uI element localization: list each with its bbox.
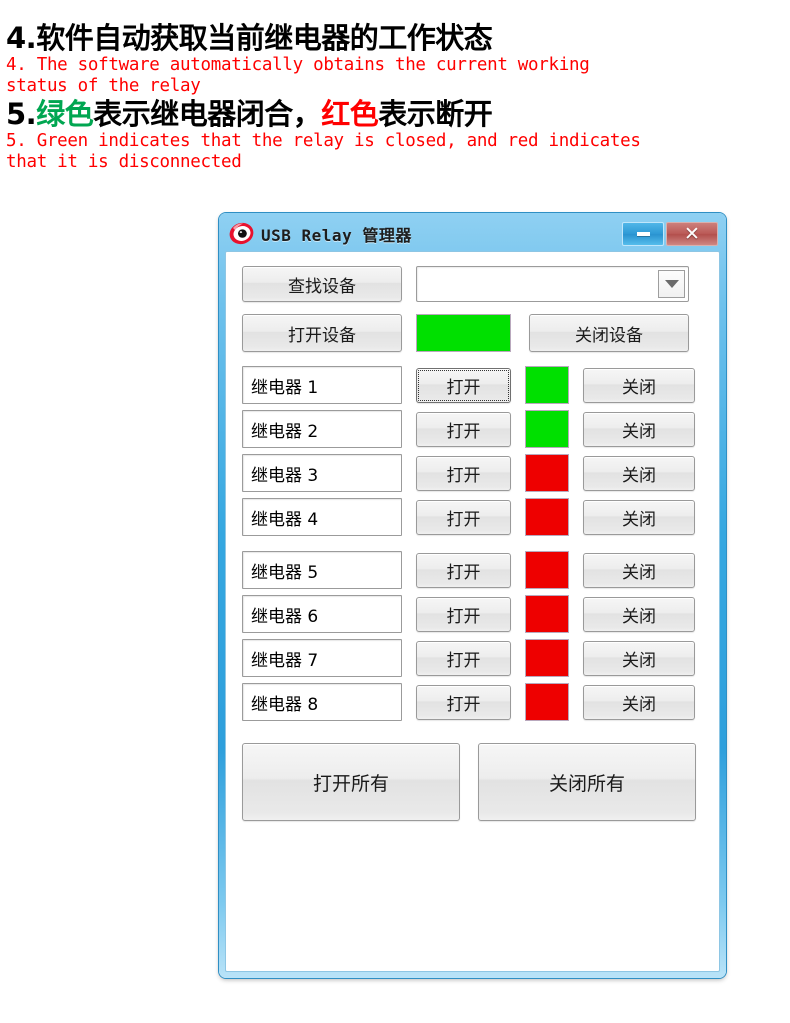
find-device-row: 查找设备 [242, 266, 703, 302]
relay-name-input[interactable]: 继电器 5 [242, 551, 402, 589]
eye-icon [229, 221, 254, 246]
instruction-item-5: 5.绿色表示继电器闭合，红色表示断开 5. Green indicates th… [0, 98, 641, 173]
instruction-5-number: 5. [6, 97, 37, 131]
relay-row: 继电器 7 打开 关闭 [242, 639, 703, 677]
relay-name-input[interactable]: 继电器 7 [242, 639, 402, 677]
instruction-item-4: 4.软件自动获取当前继电器的工作状态 4. The software autom… [0, 22, 590, 97]
title-bar[interactable]: USB Relay 管理器 ✕ [223, 217, 722, 251]
relay-close-button[interactable]: 关闭 [583, 499, 695, 535]
relay-open-button[interactable]: 打开 [416, 367, 511, 403]
close-device-button[interactable]: 关闭设备 [529, 314, 689, 352]
relay-name-input[interactable]: 继电器 1 [242, 366, 402, 404]
relay-close-button[interactable]: 关闭 [583, 367, 695, 403]
relay-status-indicator [525, 595, 569, 633]
relay-status-indicator [525, 498, 569, 536]
window-title: USB Relay 管理器 [261, 226, 412, 245]
instruction-5-english: 5. Green indicates that the relay is clo… [6, 131, 641, 172]
relay-row: 继电器 8 打开 关闭 [242, 683, 703, 721]
relay-row: 继电器 4 打开 关闭 [242, 498, 703, 536]
device-control-row: 打开设备 关闭设备 [242, 314, 703, 352]
window-controls: ✕ [622, 222, 720, 246]
window-frame: USB Relay 管理器 ✕ 查找设备 打开设备 关闭设备 继电器 1 打开 … [223, 217, 722, 974]
relay-name-input[interactable]: 继电器 6 [242, 595, 402, 633]
find-device-button[interactable]: 查找设备 [242, 266, 402, 302]
relay-close-button[interactable]: 关闭 [583, 684, 695, 720]
relay-name-input[interactable]: 继电器 3 [242, 454, 402, 492]
instruction-5-chinese: 5.绿色表示继电器闭合，红色表示断开 [0, 98, 641, 131]
relay-row: 继电器 3 打开 关闭 [242, 454, 703, 492]
instruction-4-chinese: 4.软件自动获取当前继电器的工作状态 [0, 22, 589, 55]
open-all-button[interactable]: 打开所有 [242, 743, 460, 821]
relay-open-button[interactable]: 打开 [416, 596, 511, 632]
relay-open-button[interactable]: 打开 [416, 684, 511, 720]
relay-open-button[interactable]: 打开 [416, 552, 511, 588]
caret-shape [664, 280, 679, 288]
instruction-5-tail-text: 表示断开 [378, 97, 493, 131]
minimize-button[interactable] [622, 222, 664, 246]
relay-status-indicator [525, 551, 569, 589]
client-area: 查找设备 打开设备 关闭设备 继电器 1 打开 关闭 继电器 2 打开 关闭 继电器 3 打开… [225, 251, 720, 972]
relay-close-button[interactable]: 关闭 [583, 455, 695, 491]
device-select[interactable] [416, 266, 689, 302]
open-device-button[interactable]: 打开设备 [242, 314, 402, 352]
relay-row: 继电器 2 打开 关闭 [242, 410, 703, 448]
relay-close-button[interactable]: 关闭 [583, 411, 695, 447]
relay-status-indicator [525, 410, 569, 448]
relay-status-indicator [525, 683, 569, 721]
relay-close-button[interactable]: 关闭 [583, 552, 695, 588]
bulk-control-row: 打开所有 关闭所有 [242, 743, 703, 821]
device-status-indicator [416, 314, 511, 352]
relay-open-button[interactable]: 打开 [416, 640, 511, 676]
chevron-down-icon[interactable] [658, 270, 685, 298]
relay-name-input[interactable]: 继电器 8 [242, 683, 402, 721]
relay-list: 继电器 1 打开 关闭 继电器 2 打开 关闭 继电器 3 打开 关闭 继电器 4 打开 关闭 继电器 … [242, 366, 703, 727]
relay-row: 继电器 1 打开 关闭 [242, 366, 703, 404]
instruction-4-english: 4. The software automatically obtains th… [6, 55, 590, 96]
instruction-5-middle-text: 表示继电器闭合， [93, 97, 322, 131]
relay-open-button[interactable]: 打开 [416, 499, 511, 535]
instruction-5-red-word: 红色 [321, 97, 379, 131]
relay-close-button[interactable]: 关闭 [583, 640, 695, 676]
close-button[interactable]: ✕ [666, 222, 718, 246]
relay-status-indicator [525, 454, 569, 492]
relay-open-button[interactable]: 打开 [416, 455, 511, 491]
usb-relay-window: USB Relay 管理器 ✕ 查找设备 打开设备 关闭设备 继电器 1 打开 … [219, 213, 726, 978]
relay-name-input[interactable]: 继电器 2 [242, 410, 402, 448]
relay-row: 继电器 6 打开 关闭 [242, 595, 703, 633]
close-icon: ✕ [684, 222, 700, 245]
relay-open-button[interactable]: 打开 [416, 411, 511, 447]
instruction-4-number: 4. [6, 21, 37, 55]
relay-status-indicator [525, 366, 569, 404]
relay-close-button[interactable]: 关闭 [583, 596, 695, 632]
relay-name-input[interactable]: 继电器 4 [242, 498, 402, 536]
close-all-button[interactable]: 关闭所有 [478, 743, 696, 821]
minimize-icon [636, 232, 650, 236]
instruction-4-chinese-text: 软件自动获取当前继电器的工作状态 [36, 21, 493, 55]
relay-row: 继电器 5 打开 关闭 [242, 551, 703, 589]
instruction-5-green-word: 绿色 [36, 97, 94, 131]
relay-status-indicator [525, 639, 569, 677]
